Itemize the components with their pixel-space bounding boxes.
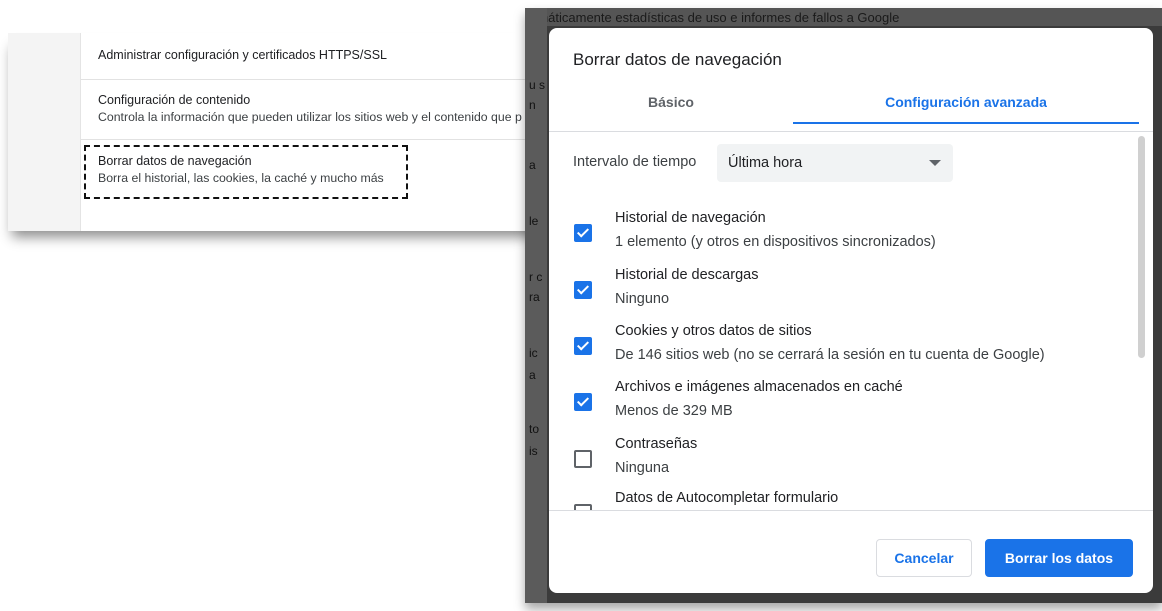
- divider: [81, 79, 561, 80]
- settings-row-title: Administrar configuración y certificados…: [98, 48, 387, 62]
- option-label: Cookies y otros datos de sitios: [615, 323, 812, 339]
- overlay-page-top: rmáticamente estadísticas de uso e infor…: [525, 8, 1162, 26]
- option-browsing-history[interactable]: Historial de navegación 1 elemento (y ot…: [549, 210, 1139, 258]
- divider: [549, 510, 1153, 511]
- settings-row-https[interactable]: Administrar configuración y certificados…: [98, 48, 387, 62]
- clear-data-button[interactable]: Borrar los datos: [985, 539, 1133, 577]
- cancel-button[interactable]: Cancelar: [876, 539, 972, 577]
- settings-row-subtitle: Controla la información que pueden utili…: [98, 110, 522, 124]
- checkbox-checked[interactable]: [574, 337, 592, 355]
- overlay-fragment: u s: [529, 78, 546, 92]
- overlay-page-text: rmáticamente estadísticas de uso e infor…: [533, 10, 900, 25]
- tab-label: Configuración avanzada: [885, 94, 1047, 110]
- highlight-box: [84, 145, 408, 199]
- option-passwords[interactable]: Contraseñas Ninguna: [549, 436, 1139, 484]
- overlay-page-strip: u s n a le r c ra ic a to is: [525, 8, 547, 603]
- overlay-fragment: to: [529, 422, 540, 436]
- option-label: Historial de navegación: [615, 210, 766, 226]
- overlay-fragment: a: [529, 158, 536, 172]
- divider: [81, 139, 561, 140]
- overlay-fragment: r c: [529, 270, 543, 284]
- overlay-fragment: le: [529, 214, 539, 228]
- option-label: Archivos e imágenes almacenados en caché: [615, 379, 903, 395]
- option-description: Menos de 329 MB: [615, 403, 733, 419]
- dialog-overlay: rmáticamente estadísticas de uso e infor…: [525, 8, 1162, 603]
- checkbox-checked[interactable]: [574, 281, 592, 299]
- clear-browsing-data-dialog: Borrar datos de navegación Básico Config…: [549, 28, 1153, 593]
- option-label: Historial de descargas: [615, 267, 759, 283]
- overlay-fragment: ra: [529, 290, 540, 304]
- active-tab-indicator: [793, 122, 1139, 124]
- scrollbar-thumb[interactable]: [1138, 136, 1145, 358]
- overlay-fragment: n: [529, 98, 536, 112]
- settings-row-content[interactable]: Configuración de contenido Controla la i…: [98, 93, 522, 124]
- overlay-fragment: a: [529, 368, 536, 382]
- settings-card: Administrar configuración y certificados…: [8, 33, 568, 231]
- checkbox-checked[interactable]: [574, 224, 592, 242]
- option-cached-files[interactable]: Archivos e imágenes almacenados en caché…: [549, 379, 1139, 427]
- option-label: Contraseñas: [615, 436, 698, 452]
- settings-list: Administrar configuración y certificados…: [80, 33, 561, 231]
- checkbox-unchecked[interactable]: [574, 450, 592, 468]
- dialog-title: Borrar datos de navegación: [573, 50, 782, 69]
- overlay-fragment: ic: [529, 346, 538, 360]
- time-range-value: Última hora: [728, 155, 803, 171]
- checkbox-checked[interactable]: [574, 393, 592, 411]
- option-description: Ninguna: [615, 460, 670, 476]
- settings-row-title: Configuración de contenido: [98, 93, 251, 107]
- time-range-select[interactable]: Última hora: [717, 144, 953, 182]
- tab-basic[interactable]: Básico: [549, 88, 793, 132]
- tab-label: Básico: [648, 94, 694, 110]
- time-range-label: Intervalo de tiempo: [573, 154, 697, 170]
- option-download-history[interactable]: Historial de descargas Ninguno: [549, 267, 1139, 315]
- options-scroll-area[interactable]: Intervalo de tiempo Última hora Historia…: [549, 132, 1139, 510]
- option-description: 1 elemento (y otros en dispositivos sinc…: [615, 234, 936, 250]
- option-description: Ninguno: [615, 291, 670, 307]
- tab-advanced[interactable]: Configuración avanzada: [793, 88, 1139, 132]
- option-autofill[interactable]: Datos de Autocompletar formulario: [549, 490, 1139, 510]
- overlay-fragment: is: [529, 444, 538, 458]
- option-cookies[interactable]: Cookies y otros datos de sitios De 146 s…: [549, 323, 1139, 371]
- option-label: Datos de Autocompletar formulario: [615, 490, 839, 506]
- chevron-down-icon: [929, 160, 941, 166]
- option-description: De 146 sitios web (no se cerrará la sesi…: [615, 347, 1045, 363]
